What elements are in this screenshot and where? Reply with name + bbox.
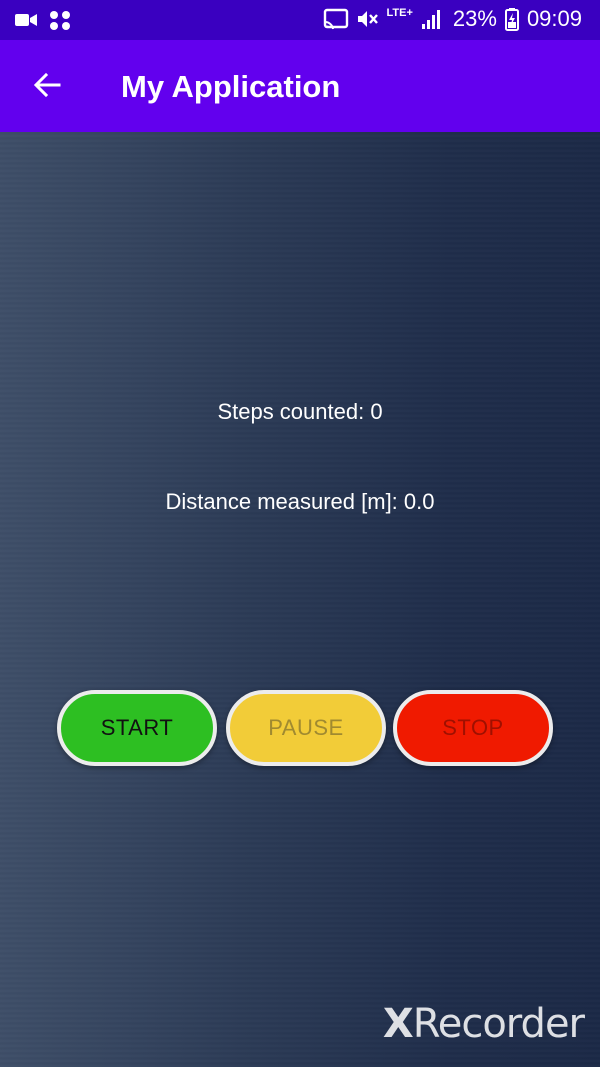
mute-icon <box>355 7 379 31</box>
app-grid-icon <box>48 8 72 32</box>
back-button[interactable] <box>22 62 72 112</box>
page-title: My Application <box>121 69 341 104</box>
cast-icon <box>323 7 348 31</box>
battery-icon <box>504 7 519 31</box>
pause-button[interactable]: PAUSE <box>226 690 386 766</box>
start-button[interactable]: START <box>57 690 217 766</box>
stop-button[interactable]: STOP <box>393 690 553 766</box>
signal-icon <box>421 7 445 31</box>
clock: 09:09 <box>526 6 582 31</box>
background-texture <box>0 132 600 1067</box>
watermark-rest: Recorder <box>412 1001 585 1047</box>
battery-percent: 23% <box>452 6 497 31</box>
distance-measured-text: Distance measured [m]: 0.0 <box>165 489 435 514</box>
video-recorder-icon <box>14 8 38 32</box>
status-bar-right: LTE+ 23% 09:09 <box>323 6 582 32</box>
xrecorder-watermark: XRecorder <box>382 1001 585 1047</box>
arrow-left-icon <box>32 70 62 105</box>
app-bar: My Application <box>0 40 600 132</box>
status-bar-left <box>14 8 72 32</box>
main-content: Steps counted: 0 Distance measured [m]: … <box>0 132 600 1067</box>
steps-counted-text: Steps counted: 0 <box>217 399 383 424</box>
watermark-x: X <box>382 1001 414 1047</box>
network-type: LTE+ <box>386 7 413 19</box>
status-bar: LTE+ 23% 09:09 <box>0 0 600 40</box>
